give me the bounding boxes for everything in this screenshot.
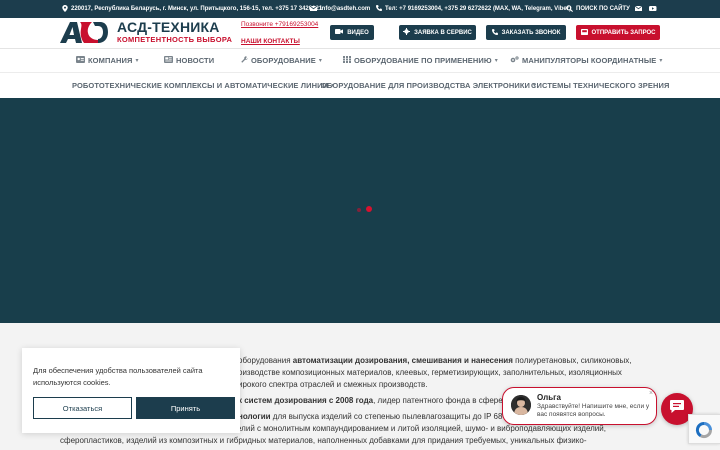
email-info[interactable]: info@asdteh.com (309, 0, 370, 18)
site-header: АСД-ТЕХНИКА КОМПЕТЕНТНОСТЬ ВЫБОРА Позвон… (0, 18, 720, 48)
chat-greeting-bubble[interactable]: Ольга Здравствуйте! Напишите мне, если у… (502, 387, 657, 425)
nav-item-electronics-production[interactable]: ОБОРУДОВАНИЕ ДЛЯ ПРОИЗВОДСТВА ЭЛЕКТРОНИК… (321, 81, 536, 90)
nav-item-news[interactable]: НОВОСТИ (164, 56, 214, 65)
chat-message: Здравствуйте! Напишите мне, если у вас п… (537, 403, 650, 418)
phones-text: Тел: +7 9169253004, +375 29 6272622 (MAX… (385, 6, 572, 12)
mail-social-icon[interactable] (634, 5, 643, 13)
close-icon[interactable]: × (649, 390, 653, 397)
chevron-down-icon: ▾ (494, 58, 498, 64)
operator-avatar (511, 395, 531, 415)
recaptcha-badge[interactable] (688, 414, 720, 444)
envelope-icon (309, 5, 318, 13)
video-button[interactable]: ВИДЕО (330, 25, 374, 40)
youtube-icon[interactable] (649, 5, 657, 13)
wrench-icon (241, 56, 248, 65)
video-camera-icon (335, 29, 344, 36)
content-line-4: к систем дозирования с 2008 года, лидер … (238, 396, 510, 405)
nav-row-2 (0, 72, 720, 73)
video-button-label: ВИДЕО (347, 29, 369, 36)
asd-logo-icon[interactable] (60, 21, 108, 44)
nav-item-equipment[interactable]: ОБОРУДОВАНИЕ ▾ (241, 56, 322, 65)
cookie-accept-button[interactable]: Принять (136, 397, 235, 419)
callback-button-label: ЗАКАЗАТЬ ЗВОНОК (501, 29, 561, 36)
top-bar: 220017, Республика Беларусь, г. Минск, у… (0, 0, 720, 18)
logo-title[interactable]: АСД-ТЕХНИКА (117, 19, 220, 35)
chat-bubble-icon (670, 400, 684, 418)
chevron-down-icon: ▾ (659, 58, 663, 64)
main-navigation: КОМПАНИЯ ▾ НОВОСТИ ОБОРУДОВАНИЕ ▾ ОБОРУДОВ… (0, 48, 720, 98)
newspaper-icon (164, 56, 173, 65)
order-call-button[interactable]: ЗАКАЗАТЬ ЗВОНОК (486, 25, 566, 40)
content-line-2: оизводстве композиционных материалов, кл… (238, 368, 622, 377)
phones-info: Тел: +7 9169253004, +375 29 6272622 (MAX… (376, 0, 571, 18)
chevron-down-icon: ▾ (135, 58, 139, 64)
address-info: 220017, Республика Беларусь, г. Минск, у… (62, 0, 322, 18)
chevron-down-icon: ▾ (318, 58, 323, 64)
content-line-7: сферопластиков, изделий из композитных и… (60, 436, 587, 445)
nav-item-equipment-by-application[interactable]: ОБОРУДОВАНИЕ ПО ПРИМЕНЕНИЮ ▾ (343, 56, 498, 65)
content-line-3: ирокого спектра отраслей и смежных произ… (238, 380, 428, 389)
cookie-decline-button[interactable]: Отказаться (33, 397, 132, 419)
nav-item-robotic-complexes[interactable]: РОБОТОТЕХНИЧЕСКИЕ КОМПЛЕКСЫ И АВТОМАТИЧЕ… (72, 81, 334, 90)
id-card-icon (76, 56, 85, 65)
location-pin-icon (62, 4, 68, 14)
loading-dot (366, 206, 372, 212)
send-request-button[interactable]: ОТПРАВИТЬ ЗАПРОС (576, 25, 660, 40)
recaptcha-icon (689, 421, 714, 444)
inbox-icon (580, 28, 588, 37)
email-text[interactable]: info@asdteh.com (320, 6, 370, 12)
request-button-label: ОТПРАВИТЬ ЗАПРОС (591, 29, 656, 36)
site-search[interactable]: ПОИСК ПО САЙТУ (566, 0, 630, 18)
phone-icon (376, 5, 382, 13)
nav-item-vision-systems[interactable]: СИСТЕМЫ ТЕХНИЧЕСКОГО ЗРЕНИЯ (531, 81, 669, 90)
gear-icon (403, 28, 411, 37)
operator-name: Ольга (537, 393, 561, 402)
nav-item-company[interactable]: КОМПАНИЯ ▾ (76, 56, 139, 65)
address-text: 220017, Республика Беларусь, г. Минск, у… (71, 6, 323, 12)
nav-item-coordinate-manipulators[interactable]: МАНИПУЛЯТОРЫ КООРДИНАТНЫЕ ▾ (510, 56, 663, 65)
grid-icon (343, 56, 351, 65)
loading-dot-small (357, 208, 361, 212)
cogs-icon (510, 56, 519, 65)
contacts-link[interactable]: НАШИ КОНТАКТЫ (241, 38, 300, 45)
call-phone-link[interactable]: Позвоните +79169253004 (241, 21, 318, 28)
service-button-label: ЗАЯВКА В СЕРВИС (414, 29, 472, 36)
cookie-text: Для обеспечения удобства пользователей с… (33, 366, 203, 387)
search-label[interactable]: ПОИСК ПО САЙТУ (576, 6, 630, 12)
service-request-button[interactable]: ЗАЯВКА В СЕРВИС (399, 25, 476, 40)
logo-subtitle: КОМПЕТЕНТНОСТЬ ВЫБОРА (117, 35, 233, 44)
cookie-consent-box: Для обеспечения удобства пользователей с… (22, 348, 240, 433)
content-line-5: нологии для выпуска изделий со степенью … (238, 412, 503, 421)
content-line-1: оборудования автоматизации дозирования, … (238, 356, 632, 365)
search-icon (566, 4, 573, 14)
phone-icon (491, 28, 498, 37)
